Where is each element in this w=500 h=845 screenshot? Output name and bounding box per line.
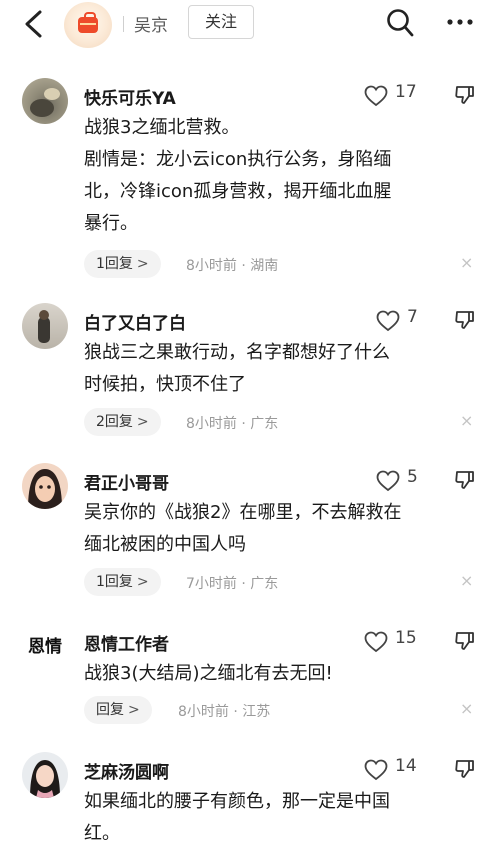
heart-icon <box>364 85 388 107</box>
dislike-icon[interactable] <box>454 84 476 106</box>
comment-text: 狼战三之果敢行动，名字都想好了什么 时候拍，快顶不住了 <box>84 337 484 401</box>
comment-line: 狼战三之果敢行动，名字都想好了什么 <box>84 342 390 363</box>
like-count: 7 <box>407 307 418 327</box>
chevron-right-icon: > <box>136 574 149 590</box>
close-icon[interactable]: × <box>460 253 473 272</box>
comment-text: 如果缅北的腰子有颜色，那一定是中国 红。 <box>84 786 484 845</box>
author-avatar[interactable] <box>64 2 112 48</box>
reply-count-button[interactable]: 1回复 > <box>84 568 161 596</box>
comment-line: 战狼3(大结局)之缅北有去无回! <box>84 663 333 684</box>
like-count: 5 <box>407 467 418 487</box>
user-avatar[interactable] <box>22 752 68 798</box>
comment-line: 如果缅北的腰子有颜色，那一定是中国 <box>84 791 390 812</box>
chevron-right-icon: > <box>136 414 149 430</box>
comment-meta: 8小时前 · 湖南 <box>186 258 279 274</box>
comment-line: 缅北被困的中国人吗 <box>84 534 246 555</box>
comment-line: 北，冷锋icon孤身营救，揭开缅北血腥 <box>84 181 392 202</box>
like-count: 17 <box>395 82 417 102</box>
follow-button[interactable]: 关注 <box>188 5 254 39</box>
back-arrow-icon[interactable] <box>22 9 46 39</box>
comment-line: 红。 <box>84 823 120 844</box>
comment-meta: 8小时前 · 江苏 <box>178 704 271 720</box>
user-name[interactable]: 恩情工作者 <box>84 630 169 655</box>
user-avatar[interactable] <box>22 463 68 509</box>
search-icon[interactable] <box>386 8 414 38</box>
close-icon[interactable]: × <box>460 411 473 430</box>
reply-button[interactable]: 回复 > <box>84 696 152 724</box>
chevron-right-icon: > <box>136 256 149 272</box>
user-name[interactable]: 君正小哥哥 <box>84 469 169 494</box>
user-name[interactable]: 芝麻汤圆啊 <box>84 758 169 783</box>
dislike-icon[interactable] <box>454 469 476 491</box>
reply-label: 回复 <box>96 702 124 718</box>
more-icon[interactable] <box>446 14 474 30</box>
reply-label: 2回复 <box>96 414 133 430</box>
user-avatar[interactable]: 恩情 <box>22 624 68 670</box>
comment-line: 暴行。 <box>84 213 138 234</box>
like-count: 15 <box>395 628 417 648</box>
user-avatar[interactable] <box>22 303 68 349</box>
comment-line: 剧情是：龙小云icon执行公务，身陷缅 <box>84 149 392 170</box>
heart-icon <box>364 631 388 653</box>
user-name[interactable]: 白了又白了白 <box>84 309 186 334</box>
divider <box>123 16 124 32</box>
top-bar: 吴京 关注 <box>0 0 500 50</box>
close-icon[interactable]: × <box>460 571 473 590</box>
reply-count-button[interactable]: 1回复 > <box>84 250 161 278</box>
chevron-right-icon: > <box>128 702 140 718</box>
comment-line: 战狼3之缅北营救。 <box>84 117 240 138</box>
heart-icon <box>364 759 388 781</box>
comment-text: 战狼3(大结局)之缅北有去无回! <box>84 658 484 690</box>
comment-meta: 8小时前 · 广东 <box>186 416 279 432</box>
author-name[interactable]: 吴京 <box>134 11 168 36</box>
comment-line: 吴京你的《战狼2》在哪里，不去解救在 <box>84 502 402 523</box>
comment-text: 战狼3之缅北营救。 剧情是：龙小云icon执行公务，身陷缅 北，冷锋icon孤身… <box>84 112 484 240</box>
shopping-bag-icon <box>78 12 98 33</box>
avatar-text: 恩情 <box>28 637 62 657</box>
close-icon[interactable]: × <box>460 699 473 718</box>
like-count: 14 <box>395 756 417 776</box>
user-avatar[interactable] <box>22 78 68 124</box>
reply-count-button[interactable]: 2回复 > <box>84 408 161 436</box>
reply-label: 1回复 <box>96 256 133 272</box>
dislike-icon[interactable] <box>454 630 476 652</box>
comment-meta: 7小时前 · 广东 <box>186 576 279 592</box>
dislike-icon[interactable] <box>454 309 476 331</box>
reply-label: 1回复 <box>96 574 133 590</box>
comment-line: 时候拍，快顶不住了 <box>84 374 246 395</box>
heart-icon <box>376 470 400 492</box>
heart-icon <box>376 310 400 332</box>
comment-text: 吴京你的《战狼2》在哪里，不去解救在 缅北被困的中国人吗 <box>84 497 484 561</box>
user-name[interactable]: 快乐可乐YA <box>84 84 176 109</box>
dislike-icon[interactable] <box>454 758 476 780</box>
